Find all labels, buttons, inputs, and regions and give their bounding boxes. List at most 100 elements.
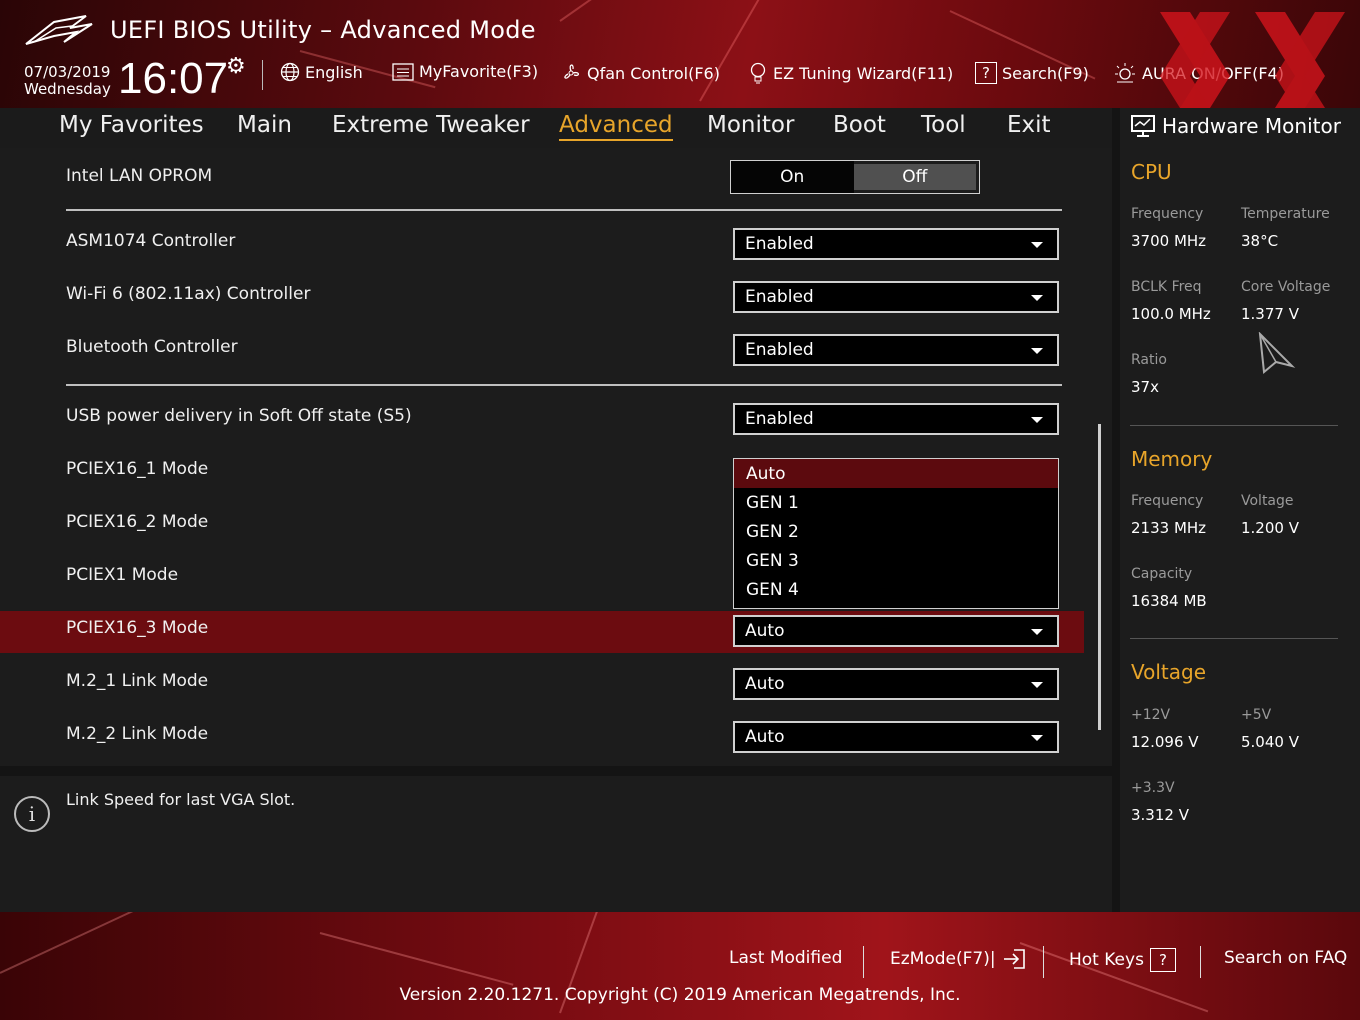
cpu-temperature-value: 38°C [1241, 232, 1279, 250]
v12-label: +12V [1131, 707, 1171, 723]
myfavorite-button[interactable]: MyFavorite(F3) [392, 62, 538, 81]
dropdown-option-gen3[interactable]: GEN 3 [734, 546, 1058, 575]
tab-tool[interactable]: Tool [921, 112, 966, 138]
toggle-on-option[interactable]: On [731, 161, 854, 193]
monitor-icon [1131, 115, 1155, 137]
select-value: Enabled [745, 287, 814, 307]
m2-1-select[interactable]: Auto [733, 668, 1059, 700]
setting-label-intel-lan-oprom: Intel LAN OPROM [66, 166, 213, 186]
clock: 16:07 [118, 54, 229, 103]
footer-divider [1200, 946, 1201, 978]
setting-label-bluetooth: Bluetooth Controller [66, 337, 238, 357]
bclk-value: 100.0 MHz [1131, 305, 1211, 323]
toggle-off-option[interactable]: Off [853, 164, 976, 190]
memory-voltage-value: 1.200 V [1241, 519, 1299, 537]
m2-2-select[interactable]: Auto [733, 721, 1059, 753]
settings-scrollbar[interactable] [1098, 424, 1101, 730]
select-value: Enabled [745, 234, 814, 254]
caret-down-icon [1031, 295, 1043, 301]
language-label: English [305, 62, 363, 82]
mouse-cursor-icon [1258, 332, 1296, 374]
dropdown-option-gen2[interactable]: GEN 2 [734, 517, 1058, 546]
ezmode-label: EzMode(F7)| [890, 949, 996, 969]
tab-extreme-tweaker[interactable]: Extreme Tweaker [332, 112, 530, 138]
help-panel: i Link Speed for last VGA Slot. [0, 776, 1112, 912]
tab-my-favorites[interactable]: My Favorites [59, 112, 204, 138]
hardware-monitor-title: Hardware Monitor [1130, 114, 1341, 138]
footer-divider [863, 946, 864, 978]
tab-advanced[interactable]: Advanced [559, 112, 673, 141]
gear-icon[interactable]: ⚙ [226, 54, 246, 79]
tab-main[interactable]: Main [237, 112, 292, 138]
caret-down-icon [1031, 348, 1043, 354]
voltage-heading: Voltage [1131, 660, 1207, 684]
caret-down-icon [1031, 242, 1043, 248]
setting-label-wifi6: Wi-Fi 6 (802.11ax) Controller [66, 284, 311, 304]
select-value: Auto [745, 621, 785, 641]
tab-boot[interactable]: Boot [833, 112, 886, 138]
hot-keys-button[interactable]: Hot Keys ? [1069, 948, 1176, 972]
search-button[interactable]: ? Search(F9) [975, 62, 1089, 84]
question-box-icon: ? [1149, 948, 1176, 972]
memory-frequency-label: Frequency [1131, 493, 1204, 509]
v33-label: +3.3V [1131, 780, 1175, 796]
memory-capacity-value: 16384 MB [1131, 592, 1207, 610]
v33-value: 3.312 V [1131, 806, 1189, 824]
ez-tuning-button[interactable]: EZ Tuning Wizard(F11) [748, 62, 953, 84]
ezmode-button[interactable]: EzMode(F7)| [890, 948, 1026, 970]
search-faq-label: Search on FAQ [1224, 948, 1348, 968]
dropdown-option-gen1[interactable]: GEN 1 [734, 488, 1058, 517]
language-button[interactable]: English [280, 62, 363, 82]
select-value: Auto [745, 727, 785, 747]
bluetooth-select[interactable]: Enabled [733, 334, 1059, 366]
v5-value: 5.040 V [1241, 733, 1299, 751]
setting-label-pciex16-1: PCIEX16_1 Mode [66, 459, 209, 479]
select-value: Enabled [745, 340, 814, 360]
help-text: Link Speed for last VGA Slot. [66, 790, 296, 809]
favorite-icon [392, 62, 414, 81]
memory-heading: Memory [1131, 447, 1213, 471]
pcie-mode-dropdown-list[interactable]: Auto GEN 1 GEN 2 GEN 3 GEN 4 [733, 458, 1059, 609]
setting-label-pciex16-3: PCIEX16_3 Mode [66, 618, 209, 638]
dropdown-option-gen4[interactable]: GEN 4 [734, 575, 1058, 604]
asm1074-select[interactable]: Enabled [733, 228, 1059, 260]
question-box-icon: ? [975, 62, 997, 84]
search-faq-button[interactable]: Search on FAQ [1224, 948, 1347, 968]
hardware-monitor-panel: Hardware Monitor CPU Frequency 3700 MHz … [1120, 108, 1360, 912]
footer-divider [1043, 946, 1044, 978]
setting-label-m2-1: M.2_1 Link Mode [66, 671, 209, 691]
wifi6-select[interactable]: Enabled [733, 281, 1059, 313]
tab-monitor[interactable]: Monitor [707, 112, 794, 138]
last-modified-label: Last Modified [729, 948, 843, 968]
rog-logo [25, 15, 93, 45]
info-icon: i [14, 796, 50, 832]
tab-exit[interactable]: Exit [1007, 112, 1051, 138]
caret-down-icon [1031, 735, 1043, 741]
last-modified-button[interactable]: Last Modified [729, 948, 842, 968]
search-label: Search(F9) [1002, 63, 1089, 83]
settings-panel: Intel LAN OPROM On Off ASM1074 Controlle… [0, 148, 1112, 766]
select-value: Auto [745, 674, 785, 694]
caret-down-icon [1031, 629, 1043, 635]
v12-value: 12.096 V [1131, 733, 1199, 751]
core-voltage-value: 1.377 V [1241, 305, 1299, 323]
dropdown-option-auto[interactable]: Auto [734, 459, 1058, 488]
caret-down-icon [1031, 682, 1043, 688]
memory-voltage-label: Voltage [1241, 493, 1294, 509]
qfan-button[interactable]: Qfan Control(F6) [560, 62, 720, 84]
ez-tuning-label: EZ Tuning Wizard(F11) [773, 63, 954, 83]
cpu-frequency-label: Frequency [1131, 206, 1204, 222]
version-text: Version 2.20.1271. Copyright (C) 2019 Am… [399, 985, 961, 1005]
v5-label: +5V [1241, 707, 1272, 723]
setting-label-usb-power: USB power delivery in Soft Off state (S5… [66, 406, 412, 426]
hw-divider [1130, 425, 1338, 426]
cpu-temperature-label: Temperature [1241, 206, 1330, 222]
pciex16-3-select[interactable]: Auto [733, 615, 1059, 647]
ratio-value: 37x [1131, 378, 1159, 396]
fan-icon [564, 64, 580, 79]
header-divider [262, 60, 263, 90]
intel-lan-oprom-toggle[interactable]: On Off [730, 160, 980, 194]
setting-label-m2-2: M.2_2 Link Mode [66, 724, 209, 744]
usb-power-select[interactable]: Enabled [733, 403, 1059, 435]
hot-keys-label: Hot Keys [1069, 950, 1144, 970]
